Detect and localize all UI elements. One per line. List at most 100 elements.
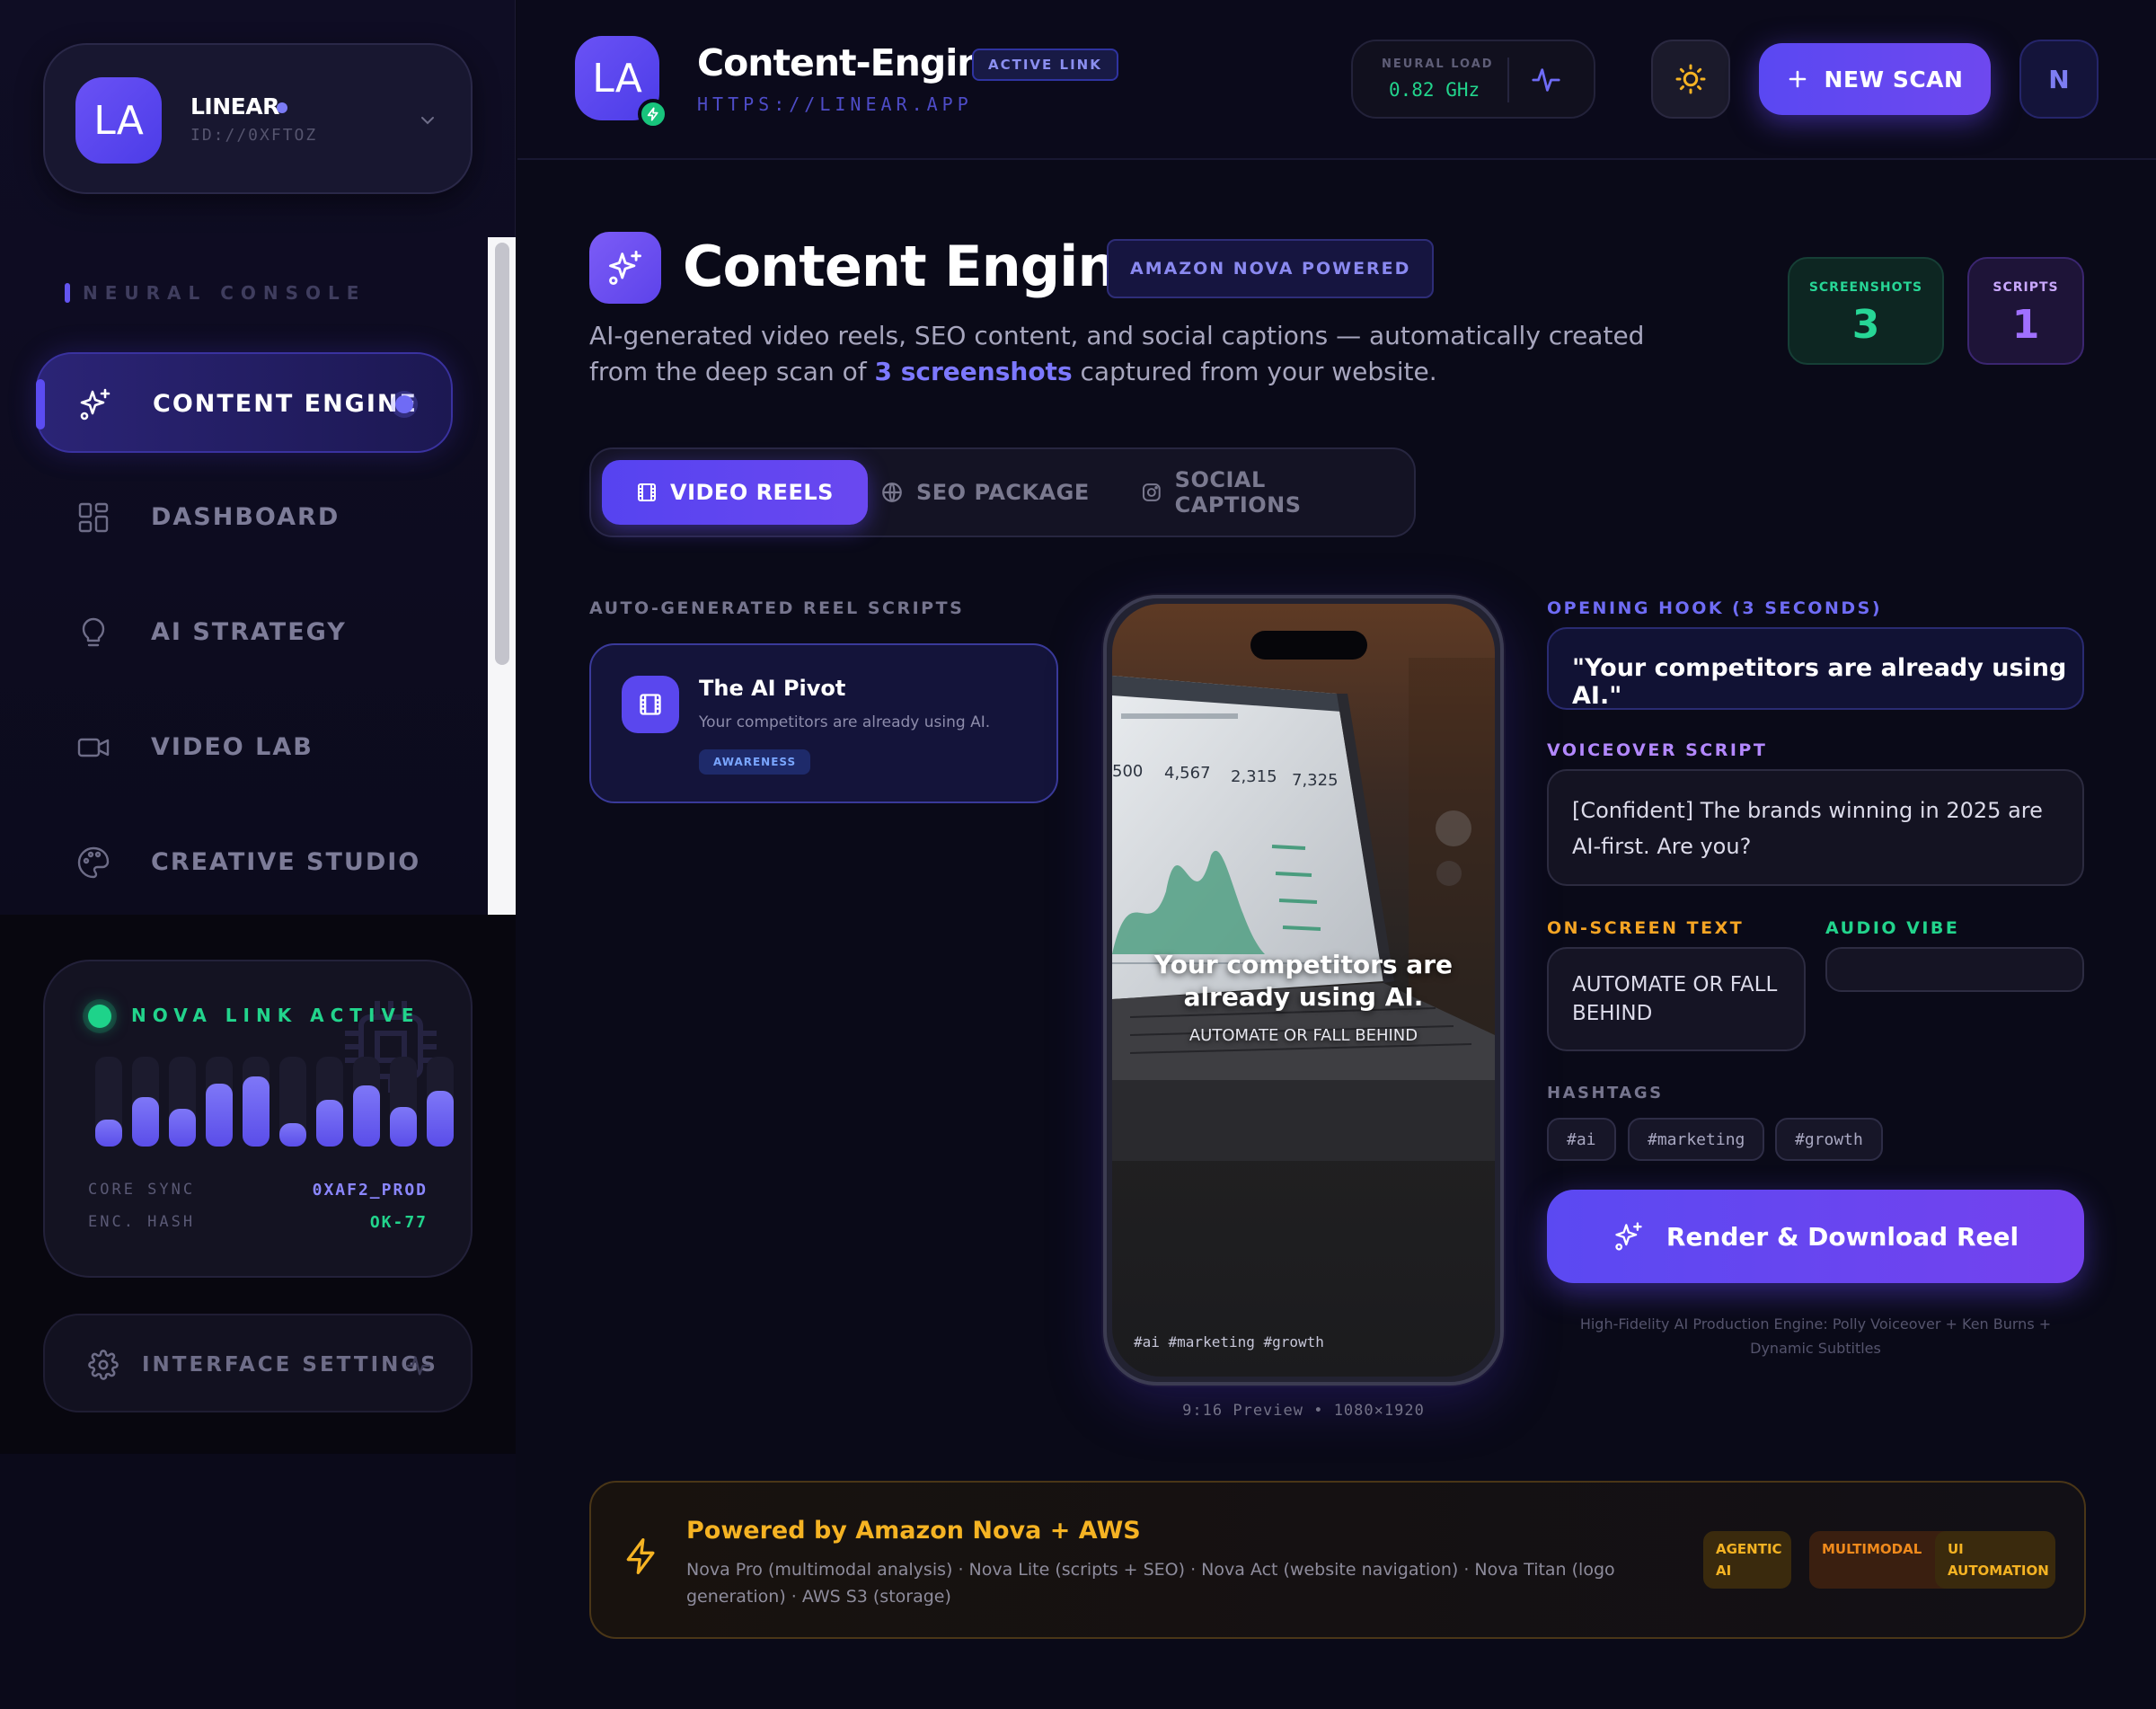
sparkles-icon — [609, 250, 641, 286]
dashboard-number-1: 4,567 — [1164, 764, 1211, 783]
activity-bar — [279, 1123, 306, 1147]
activity-bar — [169, 1109, 196, 1147]
activity-bars — [95, 1057, 454, 1147]
screenshot-count-highlight: 3 screenshots — [874, 357, 1073, 386]
render-download-button[interactable]: Render & Download Reel — [1547, 1190, 2084, 1283]
page-description: AI-generated video reels, SEO content, a… — [589, 318, 1685, 390]
activity-bar-track — [316, 1057, 343, 1147]
stat-label: SCREENSHOTS — [1808, 280, 1923, 295]
sidebar-item-video-lab[interactable]: VIDEO LAB — [36, 697, 453, 798]
activity-bar — [95, 1120, 122, 1147]
scripts-stat: SCRIPTS 1 — [1967, 257, 2084, 365]
activity-bar — [316, 1100, 343, 1147]
powered-by-badge: AMAZON NOVA POWERED — [1107, 239, 1435, 298]
activity-bar-track — [243, 1057, 270, 1147]
sidebar-item-label: DASHBOARD — [151, 503, 340, 531]
activity-icon — [1532, 68, 1560, 92]
plus-icon — [1789, 70, 1806, 88]
activity-bar-track — [95, 1057, 122, 1147]
pulse-icon — [407, 1356, 430, 1376]
new-scan-button[interactable]: NEW SCAN — [1759, 43, 1991, 115]
stat-value: 1 — [2011, 302, 2040, 348]
activity-bar — [206, 1084, 233, 1147]
sidebar-scroll-thumb[interactable] — [495, 243, 509, 665]
globe-icon — [882, 483, 902, 502]
powered-by-banner: Powered by Amazon Nova + AWS Nova Pro (m… — [589, 1481, 2086, 1639]
verified-badge — [638, 99, 668, 129]
sidebar-item-label: VIDEO LAB — [151, 733, 314, 761]
onscreen-heading: ON-SCREEN TEXT — [1547, 918, 1745, 938]
sidebar: LA LINEAR ID://0XFTOZ NEURAL CONSOLE CON… — [0, 0, 516, 1709]
sidebar-item-creative-studio[interactable]: CREATIVE STUDIO — [36, 812, 453, 913]
neural-load-meter: NEURAL LOAD 0.82 GHz — [1351, 40, 1595, 119]
script-icon-badge — [622, 676, 679, 733]
sidebar-item-dashboard[interactable]: DASHBOARD — [36, 467, 453, 568]
film-icon — [638, 483, 656, 501]
stat-label: SCRIPTS — [1993, 280, 2059, 295]
scripts-heading: AUTO-GENERATED REEL SCRIPTS — [589, 598, 965, 618]
hashtag-chip[interactable]: #growth — [1775, 1118, 1883, 1161]
page-title: Content Engine — [683, 234, 1154, 299]
activity-bar — [353, 1085, 380, 1147]
project-title: Content-Engine — [697, 41, 1007, 84]
tab-label: VIDEO REELS — [670, 480, 834, 505]
audio-vibe-field[interactable] — [1825, 947, 2084, 992]
gear-icon — [88, 1350, 119, 1380]
overlay-hashtags: #ai #marketing #growth — [1134, 1333, 1324, 1350]
grid-icon — [78, 502, 109, 533]
status-led — [88, 1005, 111, 1028]
voiceover-field[interactable]: [Confident] The brands winning in 2025 a… — [1547, 769, 2084, 886]
workspace-status-dot — [277, 102, 287, 113]
dashboard-number-2: 2,315 — [1231, 767, 1277, 786]
instagram-icon — [1142, 483, 1161, 501]
chevron-down-icon[interactable] — [417, 110, 438, 131]
new-scan-label: NEW SCAN — [1824, 66, 1964, 93]
tab-video-reels[interactable]: VIDEO REELS — [602, 460, 868, 525]
script-card[interactable]: The AI Pivot Your competitors are alread… — [589, 643, 1058, 803]
workspace-avatar: LA — [75, 77, 162, 164]
render-note: High-Fidelity AI Production Engine: Poll… — [1579, 1315, 2052, 1357]
activity-bar-track — [353, 1057, 380, 1147]
tab-social-captions[interactable]: SOCIAL CAPTIONS — [1107, 460, 1414, 525]
sidebar-item-content-engine[interactable]: CONTENT ENGINE — [36, 352, 453, 453]
reel-preview-screen: 500 4,567 2,315 7,325 Your competitors a… — [1112, 604, 1495, 1377]
core-sync-value: 0XAF2_PROD — [312, 1181, 428, 1200]
render-label: Render & Download Reel — [1666, 1221, 2019, 1252]
voiceover-heading: VOICEOVER SCRIPT — [1547, 740, 1768, 760]
banner-description: Nova Pro (multimodal analysis) · Nova Li… — [686, 1560, 1615, 1607]
active-dot — [395, 395, 413, 413]
project-url[interactable]: HTTPS://LINEAR.APP — [697, 93, 973, 115]
activity-bar-track — [132, 1057, 159, 1147]
theme-toggle-button[interactable] — [1651, 40, 1730, 119]
activity-bar — [390, 1107, 417, 1147]
content-tabs: VIDEO REELS SEO PACKAGE SOCIAL CAPTIONS — [589, 447, 1416, 537]
banner-title: Powered by Amazon Nova + AWS — [686, 1517, 1141, 1545]
workspace-name: LINEAR — [190, 93, 279, 120]
overlay-subtitle: AUTOMATE OR FALL BEHIND — [1188, 1026, 1418, 1045]
activity-bar-track — [206, 1057, 233, 1147]
laptop-photo: 500 4,567 2,315 7,325 — [1112, 658, 1495, 1161]
sparkles-icon — [1615, 1222, 1642, 1251]
onscreen-text-field[interactable]: AUTOMATE OR FALL BEHIND — [1547, 947, 1806, 1051]
activity-bar — [427, 1091, 454, 1147]
status-badge: ACTIVE LINK — [972, 49, 1118, 81]
activity-bar-track — [427, 1057, 454, 1147]
content-engine-badge — [589, 232, 661, 304]
hook-field[interactable]: "Your competitors are already using AI." — [1547, 627, 2084, 710]
sidebar-item-ai-strategy[interactable]: AI STRATEGY — [36, 582, 453, 683]
reel-preview-phone[interactable]: 500 4,567 2,315 7,325 Your competitors a… — [1103, 595, 1504, 1386]
user-avatar-button[interactable]: N — [2019, 40, 2099, 119]
hashtag-chip[interactable]: #marketing — [1628, 1118, 1765, 1161]
activity-bar — [132, 1097, 159, 1147]
interface-settings-button[interactable]: INTERFACE SETTINGS — [43, 1314, 473, 1412]
activity-bar-track — [390, 1057, 417, 1147]
script-subtitle: Your competitors are already using AI. — [699, 713, 991, 731]
hashtag-chip[interactable]: #ai — [1547, 1118, 1616, 1161]
hook-heading: OPENING HOOK (3 SECONDS) — [1547, 598, 1882, 618]
tab-label: SEO PACKAGE — [916, 480, 1090, 505]
sidebar-item-label: CREATIVE STUDIO — [151, 848, 421, 876]
overlay-title: Your competitors are already using AI. — [1154, 950, 1453, 1012]
workspace-switcher[interactable]: LA LINEAR ID://0XFTOZ — [43, 43, 473, 194]
tab-seo-package[interactable]: SEO PACKAGE — [846, 460, 1124, 525]
preview-caption: 9:16 Preview • 1080×1920 — [1182, 1402, 1425, 1420]
